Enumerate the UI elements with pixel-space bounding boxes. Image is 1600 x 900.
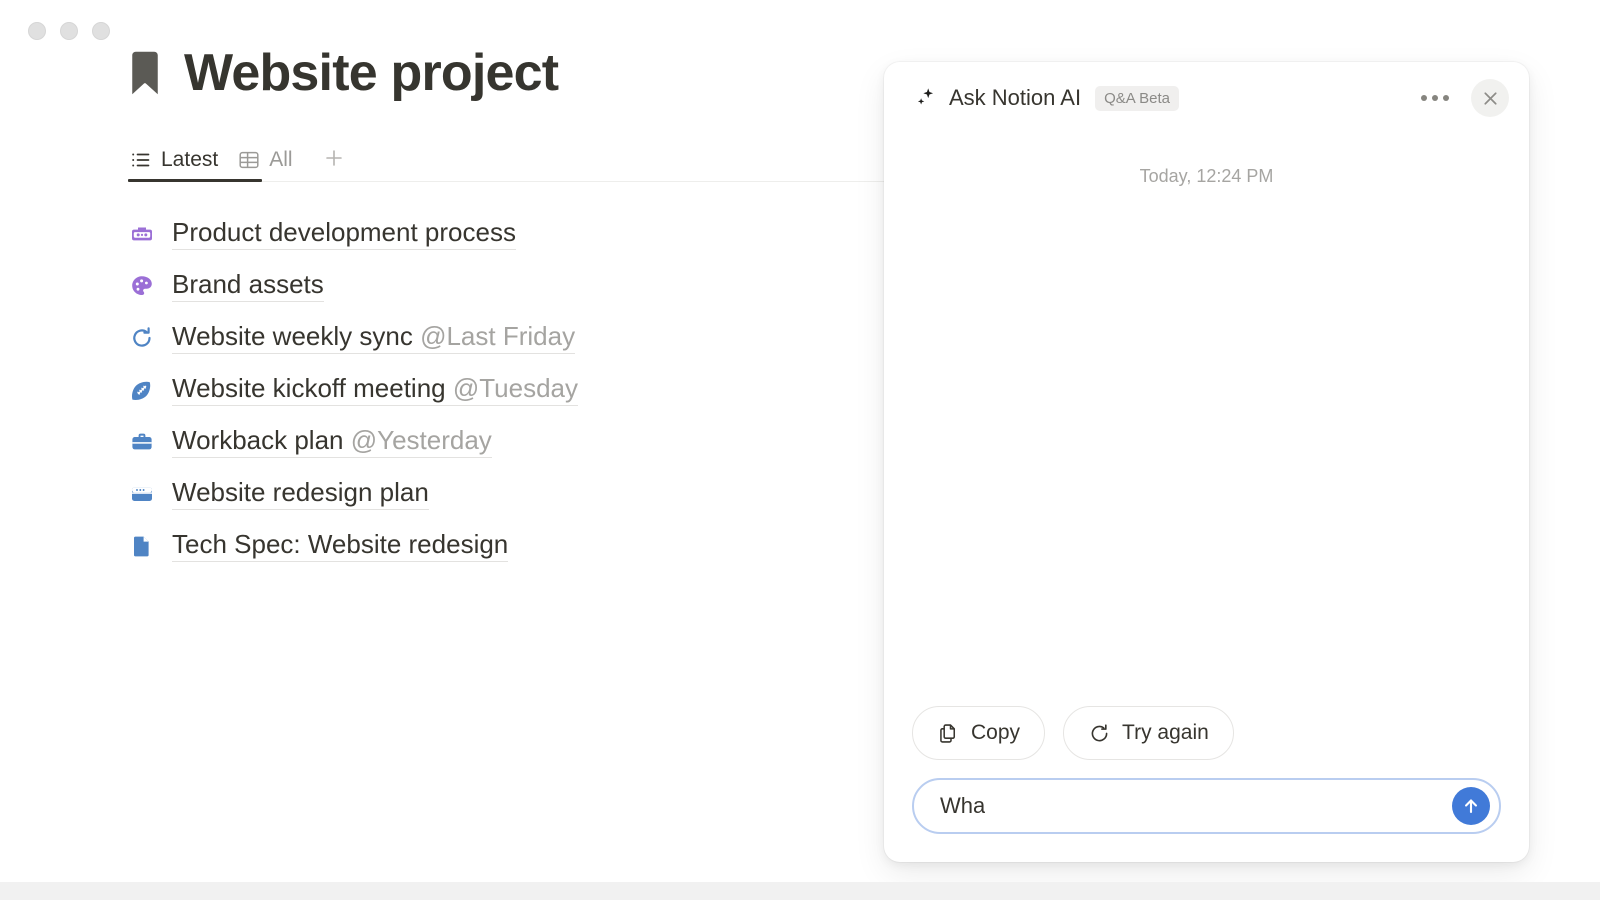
arrow-up-icon	[1460, 795, 1482, 817]
bottom-strip	[0, 882, 1600, 900]
tab-latest[interactable]: Latest	[128, 138, 230, 182]
try-again-button[interactable]: Try again	[1063, 706, 1234, 760]
palette-icon	[128, 272, 156, 300]
more-horizontal-icon[interactable]	[1411, 85, 1459, 111]
conversation-timestamp: Today, 12:24 PM	[912, 166, 1501, 187]
list-item-text: Brand assets	[172, 270, 324, 303]
list-item-text: Workback plan @Yesterday	[172, 426, 492, 459]
list-item-title: Website weekly sync	[172, 321, 413, 351]
ai-input-bar: Wha	[884, 778, 1529, 862]
list-item-mention: @Tuesday	[453, 373, 578, 403]
ai-response-actions: Copy Try again	[884, 706, 1529, 778]
ai-panel-header: Ask Notion AI Q&A Beta	[884, 62, 1529, 134]
page-list: Product development process Brand assets	[128, 208, 900, 572]
plus-icon	[322, 146, 346, 175]
ai-input-value: Wha	[940, 793, 985, 819]
list-item-title: Tech Spec: Website redesign	[172, 529, 508, 559]
sparkle-icon	[912, 85, 949, 111]
copy-button-label: Copy	[971, 721, 1020, 745]
list-item-title: Website redesign plan	[172, 477, 429, 507]
bookmark-icon	[128, 45, 162, 101]
list-item-title: Product development process	[172, 217, 516, 247]
toolbox-icon	[128, 220, 156, 248]
refresh-icon	[128, 324, 156, 352]
list-item-text: Product development process	[172, 218, 516, 251]
more-dot	[1421, 95, 1427, 101]
list-icon	[130, 149, 152, 171]
list-item[interactable]: Website kickoff meeting @Tuesday	[128, 364, 900, 416]
ai-question-input[interactable]: Wha	[912, 778, 1501, 834]
list-item-text: Tech Spec: Website redesign	[172, 530, 508, 563]
list-item[interactable]: Brand assets	[128, 260, 900, 312]
football-icon	[128, 376, 156, 404]
ai-conversation-body: Today, 12:24 PM	[884, 134, 1529, 706]
tab-label: Latest	[161, 148, 218, 172]
table-icon	[238, 149, 260, 171]
add-view-button[interactable]	[317, 143, 351, 177]
close-icon[interactable]	[1471, 79, 1509, 117]
list-item-title: Workback plan	[172, 425, 344, 455]
list-item[interactable]: Product development process	[128, 208, 900, 260]
list-item[interactable]: Website redesign plan	[128, 468, 900, 520]
send-button[interactable]	[1452, 787, 1490, 825]
tab-all[interactable]: All	[236, 138, 304, 182]
list-item[interactable]: Tech Spec: Website redesign	[128, 520, 900, 572]
copy-button[interactable]: Copy	[912, 706, 1045, 760]
list-item-text: Website weekly sync @Last Friday	[172, 322, 575, 355]
list-item[interactable]: Workback plan @Yesterday	[128, 416, 900, 468]
document-icon	[128, 532, 156, 560]
list-item-text: Website redesign plan	[172, 478, 429, 511]
more-dot	[1443, 95, 1449, 101]
active-tab-underline	[128, 179, 262, 182]
page-title: Website project	[184, 43, 558, 103]
browser-window-icon	[128, 480, 156, 508]
view-tabs: Latest All	[128, 138, 900, 182]
ask-notion-ai-panel: Ask Notion AI Q&A Beta Today, 12:24 PM	[884, 62, 1529, 862]
list-item-mention: @Yesterday	[351, 425, 492, 455]
try-again-button-label: Try again	[1122, 721, 1209, 745]
main-content: Website project Latest	[0, 0, 900, 572]
ai-panel-title: Ask Notion AI	[949, 85, 1081, 111]
list-item-title: Website kickoff meeting	[172, 373, 446, 403]
more-dot	[1432, 95, 1438, 101]
briefcase-icon	[128, 428, 156, 456]
status-badge: Q&A Beta	[1095, 86, 1179, 111]
page-header: Website project	[128, 38, 900, 108]
list-item-mention: @Last Friday	[420, 321, 575, 351]
refresh-icon	[1088, 722, 1111, 745]
list-item-text: Website kickoff meeting @Tuesday	[172, 374, 578, 407]
copy-icon	[937, 722, 960, 745]
list-item[interactable]: Website weekly sync @Last Friday	[128, 312, 900, 364]
tab-label: All	[269, 148, 292, 172]
app-window: Website project Latest	[0, 0, 1600, 900]
list-item-title: Brand assets	[172, 269, 324, 299]
